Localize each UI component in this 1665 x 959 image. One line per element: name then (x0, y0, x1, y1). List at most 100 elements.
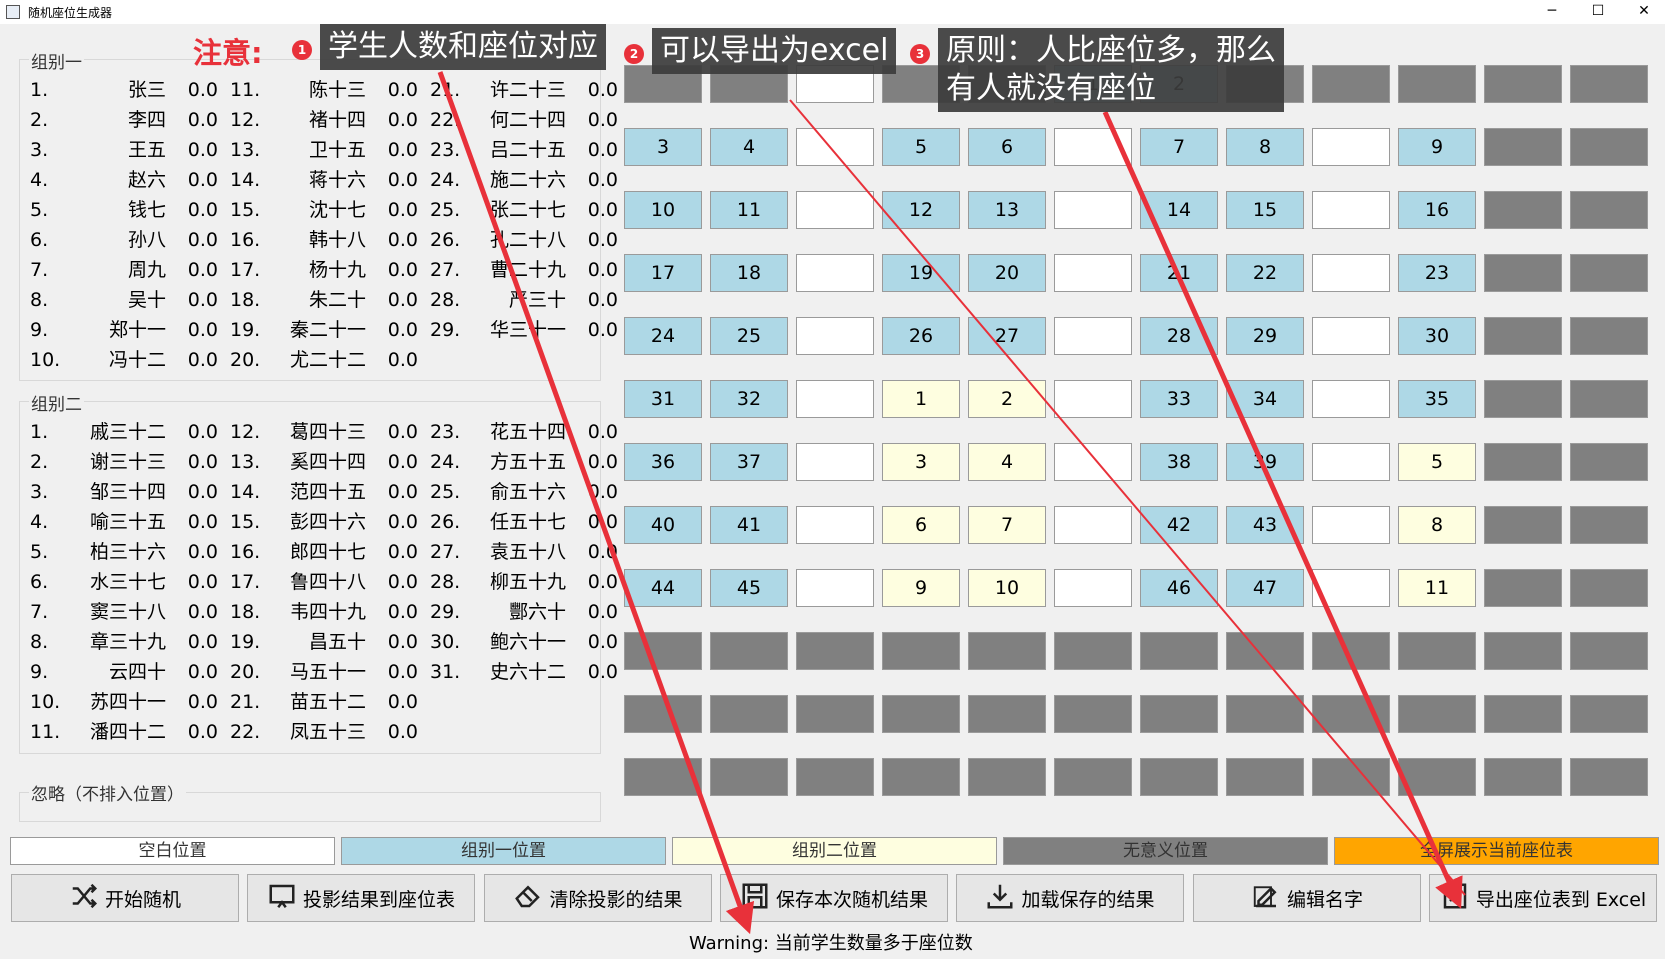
seat-group2[interactable]: 9 (882, 569, 960, 607)
seat-blank[interactable] (796, 317, 874, 355)
close-button[interactable]: ✕ (1621, 0, 1665, 24)
seat-group1[interactable]: 37 (710, 443, 788, 481)
seat-unused[interactable] (1484, 632, 1562, 670)
seat-blank[interactable] (1312, 128, 1390, 166)
start-random-button[interactable]: 开始随机 (11, 874, 239, 922)
seat-group1[interactable]: 7 (1140, 128, 1218, 166)
seat-group1[interactable]: 27 (968, 317, 1046, 355)
seat-blank[interactable] (1312, 254, 1390, 292)
seat-blank[interactable] (1054, 317, 1132, 355)
seat-group1[interactable]: 4 (710, 128, 788, 166)
seat-group1[interactable]: 34 (1226, 380, 1304, 418)
student-entry[interactable]: 22. 凤五十三 0.0 (230, 717, 418, 747)
student-entry[interactable]: 17. 鲁四十八 0.0 (230, 567, 418, 597)
seat-group2[interactable]: 8 (1398, 506, 1476, 544)
seat-group1[interactable]: 31 (624, 380, 702, 418)
seat-unused[interactable] (1312, 65, 1390, 103)
student-entry[interactable]: 16. 郎四十七 0.0 (230, 537, 418, 567)
seat-group1[interactable]: 42 (1140, 506, 1218, 544)
seat-unused[interactable] (1484, 128, 1562, 166)
seat-blank[interactable] (1054, 443, 1132, 481)
student-entry[interactable]: 6. 孙八 0.0 (30, 225, 218, 255)
seat-unused[interactable] (1484, 695, 1562, 733)
seat-blank[interactable] (796, 443, 874, 481)
student-entry[interactable]: 3. 邹三十四 0.0 (30, 477, 218, 507)
seat-blank[interactable] (796, 506, 874, 544)
seat-group1[interactable]: 26 (882, 317, 960, 355)
seat-group1[interactable]: 43 (1226, 506, 1304, 544)
seat-unused[interactable] (1140, 632, 1218, 670)
seat-unused[interactable] (1054, 632, 1132, 670)
seat-unused[interactable] (882, 632, 960, 670)
student-entry[interactable]: 8. 吴十 0.0 (30, 285, 218, 315)
save-result-button[interactable]: 保存本次随机结果 (720, 874, 948, 922)
seat-unused[interactable] (1312, 695, 1390, 733)
seat-unused[interactable] (1054, 758, 1132, 796)
seat-group2[interactable]: 5 (1398, 443, 1476, 481)
student-entry[interactable]: 10. 冯十二 0.0 (30, 345, 218, 375)
seat-unused[interactable] (624, 758, 702, 796)
seat-blank[interactable] (1312, 443, 1390, 481)
seat-blank[interactable] (1312, 569, 1390, 607)
seat-group2[interactable]: 6 (882, 506, 960, 544)
seat-group1[interactable]: 44 (624, 569, 702, 607)
student-entry[interactable]: 5. 柏三十六 0.0 (30, 537, 218, 567)
student-entry[interactable]: 7. 窦三十八 0.0 (30, 597, 218, 627)
student-entry[interactable]: 29. 华三十一 0.0 (430, 315, 618, 345)
seat-unused[interactable] (1570, 695, 1648, 733)
seat-unused[interactable] (1398, 65, 1476, 103)
seat-blank[interactable] (1312, 191, 1390, 229)
seat-unused[interactable] (968, 695, 1046, 733)
seat-unused[interactable] (1570, 128, 1648, 166)
student-entry[interactable]: 12. 葛四十三 0.0 (230, 417, 418, 447)
seat-group1[interactable]: 19 (882, 254, 960, 292)
seat-group2[interactable]: 3 (882, 443, 960, 481)
seat-group2[interactable]: 2 (968, 380, 1046, 418)
legend-blank[interactable]: 空白位置 (10, 837, 335, 865)
seat-group1[interactable]: 28 (1140, 317, 1218, 355)
student-entry[interactable]: 2. 谢三十三 0.0 (30, 447, 218, 477)
student-entry[interactable]: 20. 马五十一 0.0 (230, 657, 418, 687)
student-entry[interactable]: 13. 卫十五 0.0 (230, 135, 418, 165)
seat-group1[interactable]: 35 (1398, 380, 1476, 418)
seat-blank[interactable] (1054, 569, 1132, 607)
student-entry[interactable]: 11. 陈十三 0.0 (230, 75, 418, 105)
seat-group1[interactable]: 22 (1226, 254, 1304, 292)
seat-unused[interactable] (1054, 695, 1132, 733)
seat-unused[interactable] (1570, 254, 1648, 292)
seat-unused[interactable] (624, 695, 702, 733)
student-entry[interactable]: 9. 云四十 0.0 (30, 657, 218, 687)
seat-group1[interactable]: 12 (882, 191, 960, 229)
seat-group2[interactable]: 7 (968, 506, 1046, 544)
seat-group1[interactable]: 8 (1226, 128, 1304, 166)
student-entry[interactable]: 26. 任五十七 0.0 (430, 507, 618, 537)
seat-unused[interactable] (1140, 695, 1218, 733)
seat-group1[interactable]: 39 (1226, 443, 1304, 481)
export-excel-button[interactable]: 导出座位表到 Excel (1429, 874, 1657, 922)
student-entry[interactable]: 1. 戚三十二 0.0 (30, 417, 218, 447)
seat-group2[interactable]: 4 (968, 443, 1046, 481)
student-entry[interactable]: 20. 尤二十二 0.0 (230, 345, 418, 375)
student-entry[interactable]: 2. 李四 0.0 (30, 105, 218, 135)
seat-unused[interactable] (1570, 65, 1648, 103)
seat-unused[interactable] (1484, 317, 1562, 355)
student-entry[interactable]: 27. 袁五十八 0.0 (430, 537, 618, 567)
clear-projection-button[interactable]: 清除投影的结果 (484, 874, 712, 922)
student-entry[interactable]: 4. 喻三十五 0.0 (30, 507, 218, 537)
seat-group1[interactable]: 23 (1398, 254, 1476, 292)
seat-blank[interactable] (796, 254, 874, 292)
seat-unused[interactable] (1484, 380, 1562, 418)
student-entry[interactable]: 16. 韩十八 0.0 (230, 225, 418, 255)
student-entry[interactable]: 27. 曹二十九 0.0 (430, 255, 618, 285)
student-entry[interactable]: 31. 史六十二 0.0 (430, 657, 618, 687)
seat-unused[interactable] (1484, 191, 1562, 229)
student-entry[interactable]: 10. 苏四十一 0.0 (30, 687, 218, 717)
student-entry[interactable]: 23. 吕二十五 0.0 (430, 135, 618, 165)
student-entry[interactable]: 9. 郑十一 0.0 (30, 315, 218, 345)
seat-unused[interactable] (710, 758, 788, 796)
seat-unused[interactable] (968, 758, 1046, 796)
fullscreen-button[interactable]: 全屏展示当前座位表 (1334, 837, 1659, 865)
seat-blank[interactable] (796, 569, 874, 607)
seat-unused[interactable] (1312, 632, 1390, 670)
seat-unused[interactable] (968, 632, 1046, 670)
